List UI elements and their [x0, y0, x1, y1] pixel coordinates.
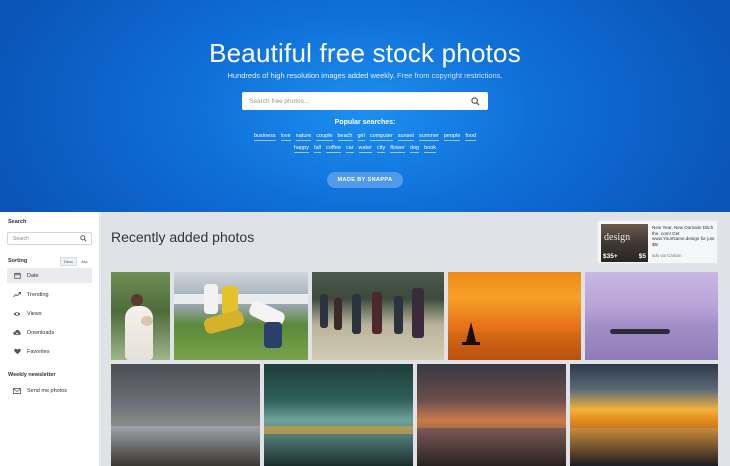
tag-link[interactable]: flower — [390, 145, 405, 153]
ad-via-link[interactable]: ads via Carbon — [652, 253, 682, 258]
tag-link[interactable]: nature — [295, 133, 312, 141]
hero-banner: Beautiful free stock photos Hundreds of … — [0, 0, 730, 212]
popular-tags-row-1: business love nature couple beach girl c… — [200, 133, 530, 141]
sidebar-item-label: Date — [27, 272, 39, 279]
sidebar-item-label: Downloads — [27, 329, 55, 336]
tag-link[interactable]: city — [376, 145, 386, 153]
hero-search-box[interactable] — [242, 92, 488, 110]
hero-subtitle-text: Hundreds of high resolution images added… — [227, 71, 398, 80]
tag-link[interactable]: summer — [419, 133, 439, 141]
sidebar-item-views[interactable]: Views — [7, 306, 92, 321]
sorting-title: Sorting — [8, 258, 28, 264]
tag-link[interactable]: water — [358, 145, 372, 153]
search-icon[interactable] — [468, 94, 482, 108]
photo-teal-sea[interactable] — [264, 364, 413, 466]
sort-desc-button[interactable]: Desc — [60, 257, 78, 266]
ad-image-word: design — [604, 232, 631, 243]
sidebar-item-favorites[interactable]: Favorites — [7, 344, 92, 359]
sidebar-item-label: Favorites — [27, 348, 50, 355]
hero-subtitle: Hundreds of high resolution images added… — [0, 71, 730, 80]
carbon-ad[interactable]: design $35+ $5 New Year, New Domain! Dit… — [597, 220, 718, 264]
ad-price-right: $5 — [638, 253, 646, 260]
section-title: Recently added photos — [111, 229, 255, 245]
tag-link[interactable]: girl — [357, 133, 365, 141]
photo-bride[interactable] — [111, 272, 170, 360]
ad-text[interactable]: New Year, New Domain! Ditch the .com! Ge… — [652, 225, 716, 247]
sidebar-search-title: Search — [8, 219, 27, 225]
download-icon — [12, 329, 22, 336]
search-icon[interactable] — [78, 235, 88, 242]
sidebar-item-date[interactable]: Date — [7, 268, 92, 283]
eye-icon — [12, 311, 22, 317]
heart-icon — [12, 348, 22, 355]
send-me-photos-button[interactable]: Send me photos — [7, 383, 92, 398]
tag-link[interactable]: people — [443, 133, 461, 141]
hero-search-input[interactable] — [242, 92, 468, 110]
tag-link[interactable]: computer — [369, 133, 393, 141]
sidebar-item-label: Trending — [27, 291, 49, 298]
photo-cloudy-sunset[interactable] — [417, 364, 566, 466]
copyright-link[interactable]: Free from copyright restrictions. — [397, 71, 502, 80]
photo-rugby-tackle[interactable] — [174, 272, 308, 360]
tag-link[interactable]: business — [253, 133, 276, 141]
sidebar-item-label: Send me photos — [27, 387, 68, 394]
photo-sailboat-sunset[interactable] — [448, 272, 581, 360]
calendar-icon — [12, 272, 22, 279]
made-by-snappa-button[interactable]: MADE BY SNAPPA — [327, 172, 403, 188]
sort-asc-button[interactable]: Asc — [77, 257, 92, 266]
trending-icon — [12, 291, 22, 298]
tag-link[interactable]: beach — [337, 133, 353, 141]
newsletter-title: Weekly newsletter — [8, 372, 56, 378]
hero-title: Beautiful free stock photos — [209, 38, 521, 68]
sidebar-item-trending[interactable]: Trending — [7, 287, 92, 302]
tag-link[interactable]: car — [345, 145, 354, 153]
ad-image[interactable]: design $35+ $5 — [601, 224, 648, 262]
tag-link[interactable]: love — [280, 133, 291, 141]
tag-link[interactable]: coffee — [326, 145, 341, 153]
envelope-icon — [12, 387, 22, 394]
tag-link[interactable]: food — [465, 133, 477, 141]
popular-tags-row-2: happy fall coffee car water city flower … — [200, 145, 530, 153]
photo-purple-sea[interactable] — [585, 272, 718, 360]
tag-link[interactable]: book — [424, 145, 437, 153]
sort-toggle: Desc Asc — [60, 257, 92, 266]
sidebar-search-box[interactable] — [7, 232, 92, 245]
ad-price-left: $35+ — [603, 253, 618, 260]
photo-stormy-beach[interactable] — [111, 364, 260, 466]
tag-link[interactable]: dog — [409, 145, 420, 153]
sidebar-item-label: Views — [27, 310, 42, 317]
sidebar-search-input[interactable] — [8, 235, 78, 242]
sidebar-item-downloads[interactable]: Downloads — [7, 325, 92, 340]
tag-link[interactable]: sunset — [397, 133, 414, 141]
tag-link[interactable]: couple — [316, 133, 333, 141]
photo-golden-waves[interactable] — [570, 364, 718, 466]
photo-rugby-team[interactable] — [312, 272, 444, 360]
popular-searches-title: Popular searches: — [334, 119, 396, 126]
tag-link[interactable]: fall — [313, 145, 321, 153]
tag-link[interactable]: happy — [293, 145, 309, 153]
